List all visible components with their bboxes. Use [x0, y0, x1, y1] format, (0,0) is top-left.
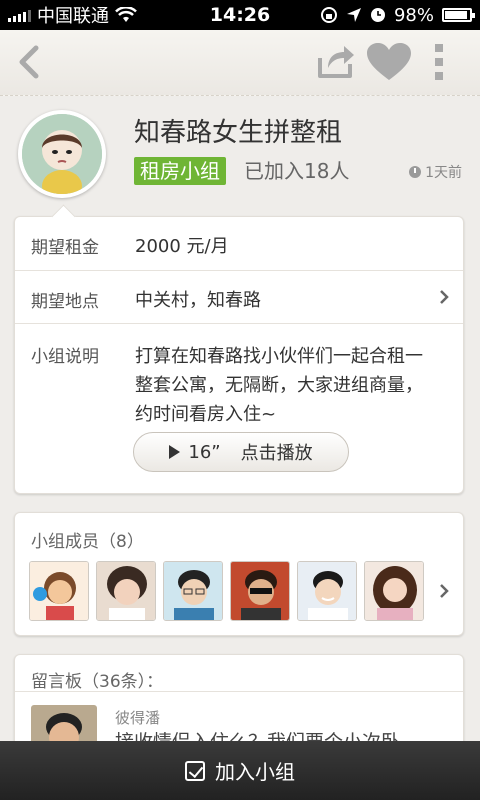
group-details-card: 期望租金 2000 元/月 期望地点 中关村，知春路 小组说明 打算在知春路找小…	[14, 216, 464, 494]
location-icon	[346, 8, 361, 22]
group-title: 知春路女生拼整租	[134, 118, 343, 148]
group-avatar	[18, 110, 106, 198]
battery-percent: 98%	[393, 4, 434, 26]
chevron-right-icon	[440, 290, 449, 304]
member-avatar-2[interactable]	[96, 561, 156, 621]
members-title: 小组成员（8）	[31, 532, 144, 552]
members-card[interactable]: 小组成员（8）	[14, 512, 464, 636]
joined-count: 已加入18人	[244, 159, 350, 183]
status-bar: 中国联通 14:26 98%	[0, 0, 480, 30]
member-avatar-5[interactable]	[297, 561, 357, 621]
battery-icon	[442, 8, 475, 22]
member-avatar-list	[29, 561, 424, 621]
member-avatar-3[interactable]	[163, 561, 223, 621]
member-avatar-1[interactable]	[29, 561, 89, 621]
rent-label: 期望租金	[31, 238, 99, 258]
join-group-button[interactable]: 加入小组	[0, 741, 480, 800]
location-label: 期望地点	[31, 292, 99, 312]
heart-icon[interactable]	[364, 42, 414, 82]
signal-icon	[8, 8, 31, 22]
play-voice-button[interactable]: 16” 点击播放	[133, 432, 349, 472]
description-text: 打算在知春路找小伙伴们一起合租一整套公寓，无隔断，大家进组商量，约时间看房入住~	[135, 346, 423, 425]
nav-bar	[0, 30, 480, 96]
play-label: 点击播放	[240, 443, 313, 464]
wifi-icon	[115, 7, 137, 22]
alarm-icon	[370, 8, 385, 22]
more-vertical-icon[interactable]	[432, 42, 446, 82]
join-group-label: 加入小组	[215, 760, 295, 784]
rent-value: 2000 元/月	[135, 236, 229, 257]
rent-row: 期望租金 2000 元/月	[15, 217, 463, 271]
posted-time-text: 1天前	[425, 165, 462, 181]
comment-author[interactable]: 彼得潘	[115, 707, 160, 728]
carrier-name: 中国联通	[37, 6, 109, 27]
description-row: 小组说明 打算在知春路找小伙伴们一起合租一整套公寓，无隔断，大家进组商量，约时间…	[15, 324, 463, 494]
voice-duration: 16”	[188, 441, 221, 463]
chevron-right-icon[interactable]	[439, 583, 449, 599]
group-category-tag: 租房小组	[134, 157, 226, 185]
member-avatar-4[interactable]	[230, 561, 290, 621]
member-avatar-6[interactable]	[364, 561, 424, 621]
share-icon[interactable]	[314, 40, 356, 82]
group-avatar-image	[22, 114, 102, 194]
location-row[interactable]: 期望地点 中关村，知春路	[15, 271, 463, 324]
checkbox-icon	[185, 760, 205, 781]
divider	[15, 691, 463, 692]
clock-icon	[409, 166, 422, 178]
location-value: 中关村，知春路	[135, 290, 261, 311]
rotation-lock-icon	[320, 7, 337, 23]
message-board-title: 留言板（36条）：	[31, 672, 164, 692]
back-arrow-icon[interactable]	[14, 42, 44, 82]
description-label: 小组说明	[31, 347, 99, 367]
posted-time: 1天前	[409, 162, 462, 182]
play-icon	[169, 445, 181, 459]
